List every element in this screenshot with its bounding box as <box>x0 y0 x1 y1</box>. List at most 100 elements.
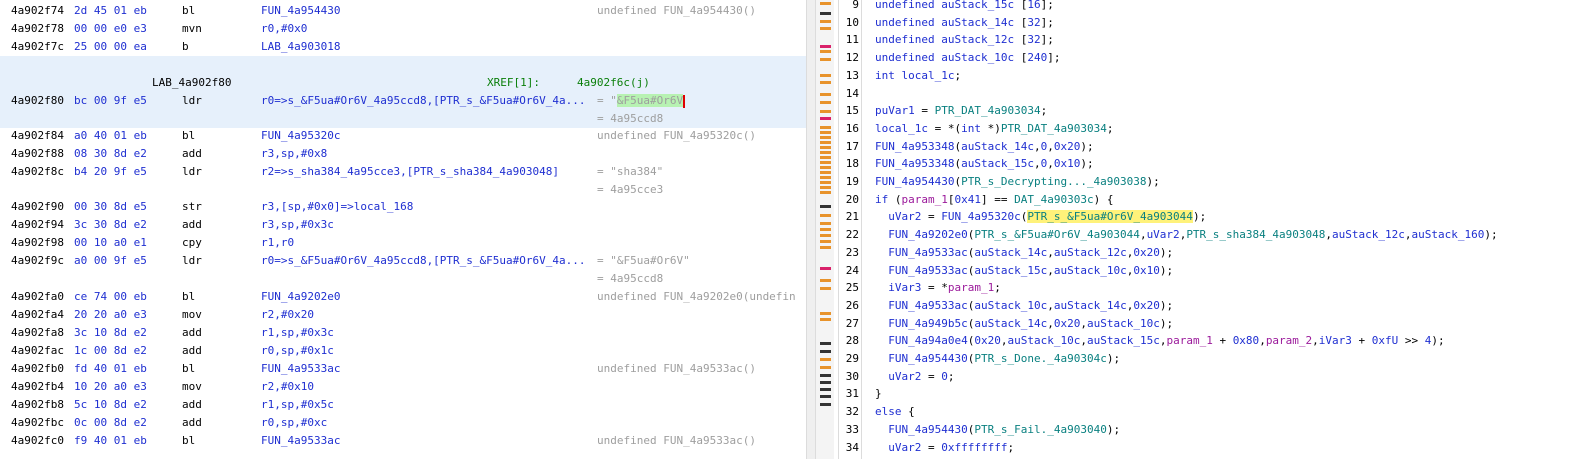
listing-row[interactable]: 4a902f78 00 00 e0 e3 mvn r0,#0x0 <box>0 20 806 38</box>
overview-marker[interactable] <box>820 234 831 237</box>
instruction-address[interactable]: 4a902fbc <box>11 414 64 432</box>
instruction-mnemonic[interactable]: add <box>182 324 202 342</box>
instruction-mnemonic[interactable]: bl <box>182 432 195 450</box>
instruction-address[interactable]: 4a902f7c <box>11 38 64 56</box>
code-text[interactable]: else { <box>875 403 915 421</box>
instruction-operand[interactable]: r3,sp,#0x3c <box>261 216 334 234</box>
decompiler-line[interactable]: 20 if (param_1[0x41] == DAT_4a90303c) { <box>838 191 1585 209</box>
instruction-operand[interactable]: FUN_4a9202e0 <box>261 288 340 306</box>
overview-marker[interactable] <box>820 312 831 315</box>
code-text[interactable]: int local_1c; <box>875 67 961 85</box>
listing-row[interactable]: 4a902f84 a0 40 01 eb bl FUN_4a95320c undefin… <box>0 127 806 145</box>
overview-marker[interactable] <box>820 74 831 77</box>
listing-row[interactable]: 4a902f90 00 30 8d e5 str r3,[sp,#0x0]=>loca… <box>0 198 806 216</box>
code-text[interactable]: FUN_4a94a0e4(0x20,auStack_10c,auStack_15… <box>875 332 1444 350</box>
instruction-mnemonic[interactable]: add <box>182 342 202 360</box>
overview-marker[interactable] <box>820 222 831 225</box>
decompiler-line[interactable]: 22 FUN_4a9202e0(PTR_s_&F5ua#Or6V_4a90304… <box>838 226 1585 244</box>
overview-marker[interactable] <box>820 318 831 321</box>
overview-marker[interactable] <box>820 366 831 369</box>
overview-margin[interactable] <box>816 0 834 459</box>
listing-row[interactable]: 4a902f88 08 30 8d e2 add r3,sp,#0x8 <box>0 145 806 163</box>
overview-marker[interactable] <box>820 161 831 164</box>
instruction-address[interactable]: 4a902f80 <box>11 92 64 110</box>
decompiler-line[interactable]: 18 FUN_4a953348(auStack_15c,0,0x10); <box>838 155 1585 173</box>
decompiler-line[interactable]: 29 FUN_4a954430(PTR_s_Done._4a90304c); <box>838 350 1585 368</box>
listing-row[interactable]: 4a902f74 2d 45 01 eb bl FUN_4a954430 undefin… <box>0 2 806 20</box>
instruction-mnemonic[interactable]: add <box>182 216 202 234</box>
instruction-address[interactable]: 4a902f8c <box>11 163 64 181</box>
code-text[interactable]: FUN_4a953348(auStack_15c,0,0x10); <box>875 155 1094 173</box>
instruction-mnemonic[interactable]: add <box>182 145 202 163</box>
overview-marker[interactable] <box>820 131 831 134</box>
decompiler-line[interactable]: 14 <box>838 85 1585 103</box>
instruction-mnemonic[interactable]: b <box>182 38 189 56</box>
code-text[interactable]: if (param_1[0x41] == DAT_4a90303c) { <box>875 191 1113 209</box>
listing-row[interactable]: 4a902fa8 3c 10 8d e2 add r1,sp,#0x3c <box>0 324 806 342</box>
instruction-address[interactable]: 4a902f88 <box>11 145 64 163</box>
listing-row[interactable]: 4a902f7c 25 00 00 ea b LAB_4a903018 <box>0 38 806 56</box>
instruction-address[interactable]: 4a902fb0 <box>11 360 64 378</box>
overview-marker[interactable] <box>820 287 831 290</box>
decompiler-line[interactable]: 32 else { <box>838 403 1585 421</box>
instruction-address[interactable]: 4a902f78 <box>11 20 64 38</box>
decompiler-line[interactable]: 25 iVar3 = *param_1; <box>838 279 1585 297</box>
instruction-address[interactable]: 4a902fb8 <box>11 396 64 414</box>
code-text[interactable]: FUN_4a954430(PTR_s_Fail._4a903040); <box>875 421 1120 439</box>
overview-marker[interactable] <box>820 186 831 189</box>
pane-splitter[interactable] <box>806 0 816 459</box>
code-text[interactable]: FUN_4a954430(PTR_s_Done._4a90304c); <box>875 350 1120 368</box>
instruction-address[interactable]: 4a902f9c <box>11 252 64 270</box>
listing-row[interactable]: 4a902f94 3c 30 8d e2 add r3,sp,#0x3c <box>0 216 806 234</box>
instruction-mnemonic[interactable]: cpy <box>182 234 202 252</box>
instruction-mnemonic[interactable]: str <box>182 198 202 216</box>
overview-marker[interactable] <box>820 156 831 159</box>
listing-row[interactable]: 4a902f98 00 10 a0 e1 cpy r1,r0 <box>0 234 806 252</box>
code-text[interactable]: undefined auStack_14c [32]; <box>875 14 1054 32</box>
overview-marker[interactable] <box>820 240 831 243</box>
overview-marker[interactable] <box>820 395 831 398</box>
decompiler-line[interactable]: 26 FUN_4a9533ac(auStack_10c,auStack_14c,… <box>838 297 1585 315</box>
instruction-address[interactable]: 4a902f74 <box>11 2 64 20</box>
instruction-operand[interactable]: FUN_4a9533ac <box>261 432 340 450</box>
instruction-mnemonic[interactable]: bl <box>182 288 195 306</box>
decompiler-line[interactable]: 31} <box>838 385 1585 403</box>
overview-marker[interactable] <box>820 93 831 96</box>
instruction-mnemonic[interactable]: ldr <box>182 252 202 270</box>
instruction-operand[interactable]: r2,#0x10 <box>261 378 314 396</box>
overview-marker[interactable] <box>820 81 831 84</box>
decompiler-line[interactable]: 11 undefined auStack_12c [32]; <box>838 31 1585 49</box>
listing-row[interactable]: 4a902fa0 ce 74 00 eb bl FUN_4a9202e0 undefin… <box>0 288 806 306</box>
instruction-address[interactable]: 4a902fa0 <box>11 288 64 306</box>
decompiler-line[interactable]: 19 FUN_4a954430(PTR_s_Decrypting..._4a903… <box>838 173 1585 191</box>
decompiler-line[interactable]: 10 undefined auStack_14c [32]; <box>838 14 1585 32</box>
instruction-address[interactable]: 4a902fac <box>11 342 64 360</box>
code-text[interactable]: FUN_4a9533ac(auStack_14c,auStack_12c,0x2… <box>875 244 1173 262</box>
instruction-operand[interactable]: r3,sp,#0x8 <box>261 145 327 163</box>
code-text[interactable]: FUN_4a9533ac(auStack_10c,auStack_14c,0x2… <box>875 297 1173 315</box>
overview-marker[interactable] <box>820 374 831 377</box>
decompiler-line[interactable]: 12 undefined auStack_10c [240]; <box>838 49 1585 67</box>
token-highlight[interactable]: PTR_s_&F5ua#Or6V_4a903044 <box>1027 210 1193 224</box>
decompiler-line[interactable]: 15 puVar1 = PTR_DAT_4a903034; <box>838 102 1585 120</box>
overview-marker[interactable] <box>820 151 831 154</box>
overview-marker[interactable] <box>820 403 831 406</box>
decompiler-line[interactable]: 30 uVar2 = 0; <box>838 368 1585 386</box>
instruction-address[interactable]: 4a902fc0 <box>11 432 64 450</box>
listing-row[interactable]: 4a902fc0 f9 40 01 eb bl FUN_4a9533ac undefin… <box>0 432 806 450</box>
overview-marker[interactable] <box>820 27 831 30</box>
decompiler-line[interactable]: 21 uVar2 = FUN_4a95320c(PTR_s_&F5ua#Or6V… <box>838 208 1585 226</box>
code-text[interactable]: undefined auStack_15c [16]; <box>875 0 1054 14</box>
listing-row[interactable]: 4a902fbc 0c 00 8d e2 add r0,sp,#0xc <box>0 414 806 432</box>
decompiler-line[interactable]: 23 FUN_4a9533ac(auStack_14c,auStack_12c,… <box>838 244 1585 262</box>
instruction-operand[interactable]: r3,[sp,#0x0]=>local_168 <box>261 198 413 216</box>
instruction-mnemonic[interactable]: ldr <box>182 163 202 181</box>
overview-marker[interactable] <box>820 381 831 384</box>
code-text[interactable]: FUN_4a954430(PTR_s_Decrypting..._4a90303… <box>875 173 1160 191</box>
listing-row[interactable]: 4a902fac 1c 00 8d e2 add r0,sp,#0x1c <box>0 342 806 360</box>
code-text[interactable]: FUN_4a9202e0(PTR_s_&F5ua#Or6V_4a903044,u… <box>875 226 1497 244</box>
code-text[interactable]: puVar1 = PTR_DAT_4a903034; <box>875 102 1047 120</box>
listing-row[interactable]: 4a902fa4 20 20 a0 e3 mov r2,#0x20 <box>0 306 806 324</box>
code-text[interactable]: } <box>875 385 882 403</box>
instruction-mnemonic[interactable]: bl <box>182 127 195 145</box>
